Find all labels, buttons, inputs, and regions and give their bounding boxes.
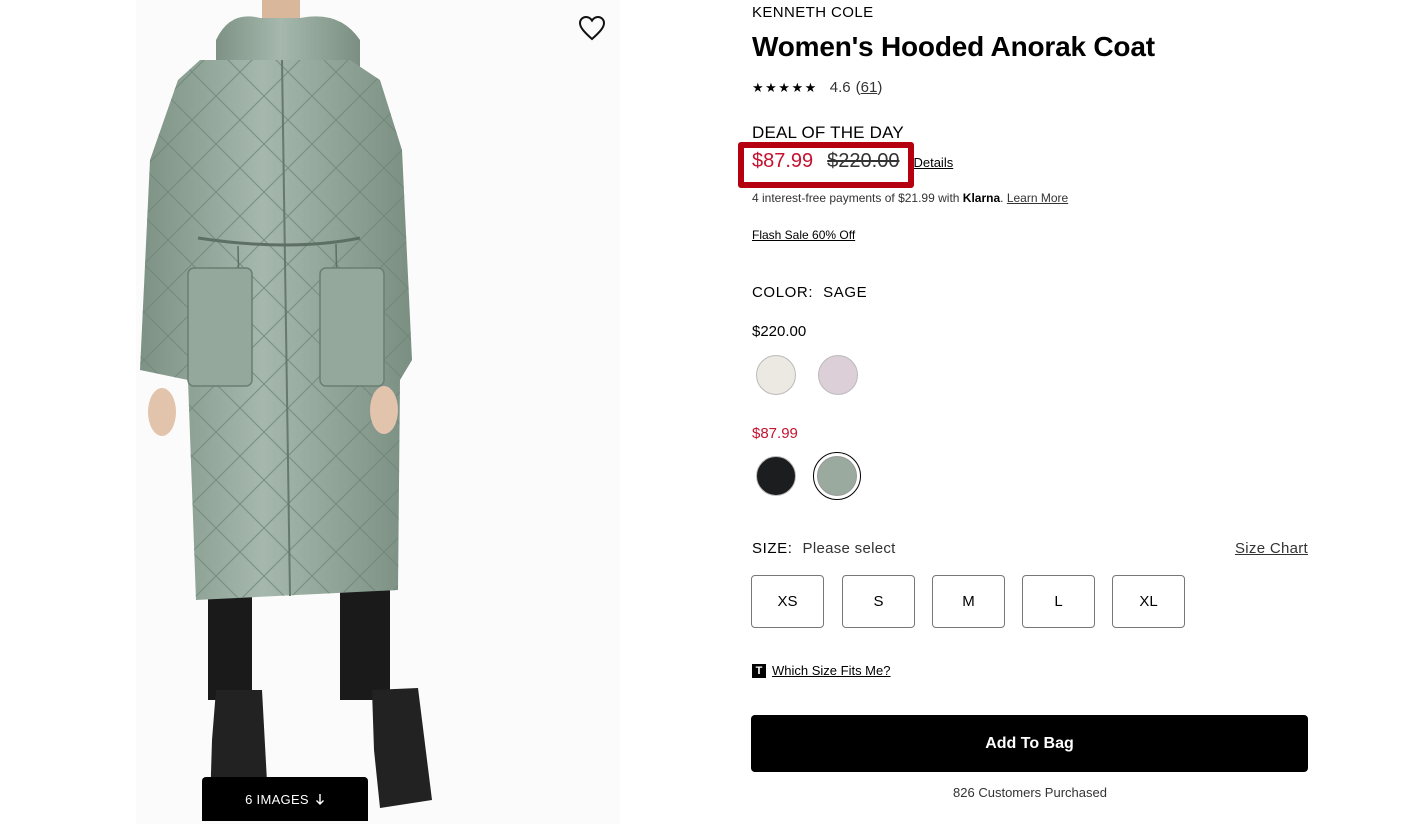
- size-value: Please select: [802, 540, 896, 557]
- which-size-fits-link[interactable]: Which Size Fits Me?: [772, 663, 890, 678]
- add-to-bag-button[interactable]: Add To Bag: [751, 715, 1308, 772]
- size-option-xs[interactable]: XS: [751, 575, 824, 628]
- wishlist-button[interactable]: [576, 12, 608, 44]
- images-button-label: 6 IMAGES: [245, 791, 309, 807]
- arrow-down-icon: [315, 794, 324, 805]
- size-option-m[interactable]: M: [932, 575, 1005, 628]
- star-rating-icon: ★★★★★: [752, 79, 818, 95]
- review-count[interactable]: (61): [856, 79, 883, 96]
- original-price: $220.00: [827, 150, 900, 172]
- klarna-logo: Klarna: [962, 191, 1001, 205]
- size-option-xl[interactable]: XL: [1112, 575, 1185, 628]
- size-selection-header: SIZE: Please select Size Chart: [752, 540, 1308, 557]
- size-fit-helper: T Which Size Fits Me?: [752, 663, 890, 678]
- true-fit-icon: T: [752, 663, 766, 678]
- heart-icon: [578, 15, 606, 41]
- klarna-payment-info: 4 interest-free payments of $21.99 with …: [752, 191, 1069, 205]
- view-all-images-button[interactable]: 6 IMAGES: [202, 777, 368, 821]
- color-swatch-lilac[interactable]: [818, 355, 858, 395]
- brand-name[interactable]: KENNETH COLE: [752, 4, 874, 21]
- product-gallery: 6 IMAGES: [0, 0, 720, 824]
- color-label: COLOR:: [752, 284, 814, 301]
- sale-price: $87.99: [752, 150, 814, 172]
- color-swatch-sage[interactable]: [813, 452, 861, 500]
- review-count-link[interactable]: 61: [861, 79, 878, 96]
- customers-purchased-count: 826 Customers Purchased: [953, 785, 1107, 800]
- color-swatch-cream[interactable]: [756, 355, 796, 395]
- rating-summary[interactable]: ★★★★★ 4.6 (61): [752, 79, 882, 96]
- flash-sale-link[interactable]: Flash Sale 60% Off: [752, 228, 855, 242]
- price-row: $87.99 $220.00 Details: [738, 142, 953, 188]
- deal-of-the-day-label: DEAL OF THE DAY: [752, 123, 904, 142]
- klarna-learn-more-link[interactable]: Learn More: [1007, 191, 1068, 205]
- color-swatch-sage-fill: [817, 456, 857, 496]
- size-chart-link[interactable]: Size Chart: [1235, 540, 1308, 557]
- color-swatch-black[interactable]: [756, 456, 796, 496]
- sale-price-group-label: $87.99: [752, 425, 798, 442]
- rating-value: 4.6: [829, 79, 851, 96]
- price-details-link[interactable]: Details: [913, 155, 953, 170]
- product-title: Women's Hooded Anorak Coat: [752, 31, 1155, 62]
- product-image[interactable]: [0, 0, 720, 824]
- regular-price-group-label: $220.00: [752, 323, 807, 340]
- size-label: SIZE:: [752, 540, 793, 557]
- selected-color-name: SAGE: [823, 284, 868, 301]
- size-option-s[interactable]: S: [842, 575, 915, 628]
- size-option-l[interactable]: L: [1022, 575, 1095, 628]
- color-selection-label: COLOR: SAGE: [752, 284, 867, 301]
